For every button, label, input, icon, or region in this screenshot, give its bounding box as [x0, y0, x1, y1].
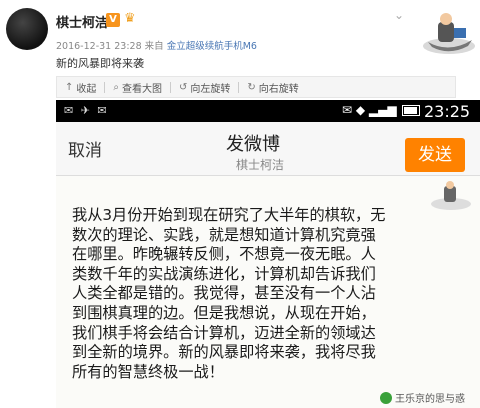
body-line: 类数千年的实战演练进化，计算机却告诉我们 [72, 264, 376, 283]
rotate-right-button[interactable]: ↻ 向右旋转 [247, 80, 298, 95]
avatar[interactable] [6, 8, 48, 50]
boat-illustration [423, 13, 475, 54]
device-link[interactable]: 金立超级续航手机M6 [167, 41, 257, 52]
zoom-icon: ⌕ [113, 81, 119, 93]
watermark: 王乐京的思与惑 [380, 390, 465, 405]
crown-icon: ♛ [124, 11, 136, 26]
notification-icons: ✉ ✈ ✉ [64, 104, 109, 117]
body-line: 人类全都是错的。我觉得，甚至没有一个人沾 [72, 284, 376, 303]
body-line: 我从3月份开始到现在研究了大半年的棋软，无 [72, 206, 386, 224]
status-time: 23:25 [424, 102, 471, 121]
attached-screenshot[interactable]: ✉ ✈ ✉ ✉ ◆ ▂▄▆ 23:25 取消 发微博 棋士柯洁 发送 我从3月份… [56, 100, 480, 408]
compose-subtitle: 棋士柯洁 [236, 158, 285, 172]
wechat-icon [380, 391, 392, 404]
toolbar-divider [238, 81, 240, 93]
body-line: 在哪里。昨晚辗转反侧，不想竟一夜无眠。人 [72, 245, 376, 264]
author-name[interactable]: 棋士柯洁 [56, 12, 108, 31]
body-line: 数次的理论、实践，就是想知道计算机究竟强 [72, 225, 376, 244]
image-toolbar: ↑ 收起 ⌕ 查看大图 ↺ 向左旋转 ↻ 向右旋转 [56, 76, 456, 98]
post-text: 新的风暴即将来袭 [56, 57, 144, 70]
cancel-button[interactable]: 取消 [68, 136, 102, 161]
battery-icon [402, 105, 420, 116]
body-line: 所有的智慧终极一战！ [72, 362, 224, 381]
post-timestamp: 2016-12-31 23:28 [56, 41, 142, 52]
source-prefix: 来自 [144, 41, 164, 52]
body-line: 到全新的境界。新的风暴即将来袭，我将尽我 [72, 343, 376, 362]
arrow-up-icon: ↑ [65, 81, 74, 93]
compose-title: 发微博 [226, 134, 280, 155]
rotate-left-label: 向左旋转 [190, 83, 231, 95]
vip-badge-icon: V [106, 13, 120, 27]
collapse-label: 收起 [76, 83, 97, 95]
post-meta: 2016-12-31 23:28 来自 金立超级续航手机M6 [56, 38, 257, 52]
view-large-button[interactable]: ⌕ 查看大图 [113, 80, 162, 95]
compose-body[interactable]: 我从3月份开始到现在研究了大半年的棋软，无 数次的理论、实践，就是想知道计算机究… [72, 206, 472, 382]
collapse-button[interactable]: ↑ 收起 [65, 80, 96, 95]
body-line: 到围棋真理的边。但是我想说，从现在开始， [72, 303, 376, 322]
signal-icons: ✉ ◆ ▂▄▆ [342, 103, 397, 117]
compose-navbar: 取消 发微博 棋士柯洁 发送 [56, 122, 480, 176]
rotate-right-label: 向右旋转 [258, 83, 299, 95]
toolbar-divider [104, 81, 106, 93]
rotate-left-button[interactable]: ↺ 向左旋转 [179, 80, 230, 95]
view-large-label: 查看大图 [122, 83, 162, 95]
toolbar-divider [170, 81, 171, 93]
chevron-down-icon[interactable]: ⌄ [394, 8, 404, 22]
body-line: 我们棋手将会结合计算机，迈进全新的领域达 [72, 323, 376, 342]
watermark-text: 王乐京的思与惑 [395, 394, 465, 405]
rotate-left-icon: ↺ [179, 81, 188, 93]
rotate-right-icon: ↻ [247, 81, 256, 93]
status-bar: ✉ ✈ ✉ ✉ ◆ ▂▄▆ 23:25 [56, 100, 480, 122]
send-button[interactable]: 发送 [405, 138, 465, 172]
